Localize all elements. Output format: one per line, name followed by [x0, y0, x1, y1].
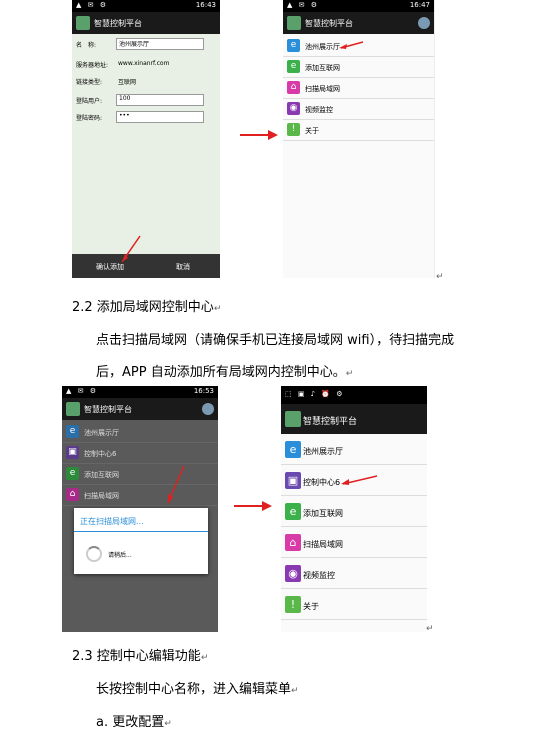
section-heading: 2.2 添加局域网控制中心↵: [72, 300, 222, 315]
pointer-arrow-icon: [121, 235, 141, 263]
paragraph: 点击扫描局域网（请确保手机已连接局域网 wifi），待扫描完成: [96, 333, 455, 348]
pointer-arrow-icon: [167, 465, 185, 504]
section-heading: 2.3 控制中心编辑功能↵: [72, 649, 209, 664]
screenshot-menu-with-control-center: ⬚ ▣ ♪ ⏰ ⚙ 智慧控制平台 e 池州展示厅 ▣ 控制中心6 e 添加互联网 ⌂ 扫…: [281, 386, 427, 632]
right-arrow-icon: [234, 501, 272, 511]
return-mark: ↵: [436, 272, 444, 282]
pointer-arrow-icon: [341, 475, 378, 485]
screenshot-add-internet-form: ▲ ✉ ⚙ 16:43 智慧控制平台 名 称: 池州展示厅 服务器地址: www.…: [72, 0, 220, 278]
pointer-arrow-icon: [339, 41, 364, 49]
paragraph: 后，APP 自动添加所有局域网内控制中心。↵: [96, 365, 354, 380]
list-item-a: a. 更改配置↵: [96, 715, 172, 730]
return-mark: ↵: [426, 624, 434, 634]
screenshot-scanning: ▲ ✉ ⚙ 16:53 智慧控制平台 e 池州展示厅 ▣ 控制中心6 e 添加互联网 ⌂…: [62, 386, 218, 632]
paragraph: 长按控制中心名称，进入编辑菜单↵: [96, 682, 299, 697]
screenshot-main-menu: ▲ ✉ ⚙ 16:47 智慧控制平台 e 池州展示厅 e 添加互联网 ⌂ 扫描局域网 ◉…: [283, 0, 435, 278]
right-arrow-icon: [240, 130, 278, 140]
